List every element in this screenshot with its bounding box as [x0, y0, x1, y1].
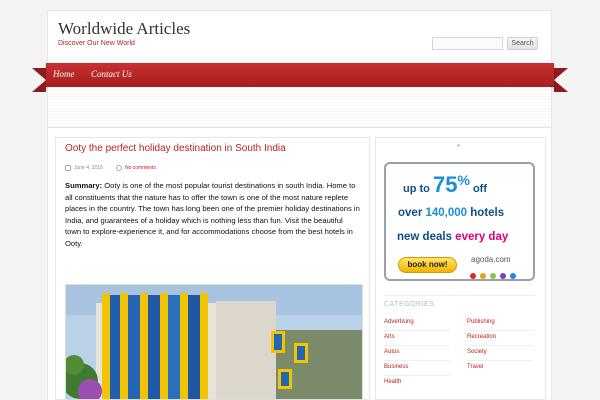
- ad-deals-line: new deals every day: [397, 231, 508, 243]
- category-link-recreation[interactable]: Recreation: [467, 334, 496, 340]
- category-link-society[interactable]: Society: [467, 349, 487, 355]
- search-input[interactable]: [432, 37, 503, 50]
- ribbon-tail-right: [554, 68, 568, 92]
- category-divider: [467, 345, 533, 346]
- ad-hotels-line: over 140,000 hotels: [398, 207, 504, 219]
- ribbon-tail-left: [32, 68, 46, 92]
- category-link-health[interactable]: Health: [384, 379, 401, 385]
- post-title[interactable]: Ooty the perfect holiday destination in …: [65, 143, 286, 154]
- ad-new-deals: new deals: [397, 231, 452, 243]
- site-title[interactable]: Worldwide Articles: [58, 19, 190, 39]
- ad-hotels: hotels: [470, 207, 505, 219]
- category-link-arts[interactable]: Arts: [384, 334, 395, 340]
- post-comments-link[interactable]: No comments: [125, 165, 156, 171]
- post-summary: Summary: Ooty is one of the most popular…: [65, 180, 360, 249]
- categories-heading: CATEGORIES: [384, 301, 435, 308]
- ad-off: off: [472, 183, 487, 195]
- categories-divider: [384, 295, 535, 296]
- ad-dot-5: [510, 273, 516, 279]
- hotel-photo-illustration: [66, 285, 362, 399]
- nav-item-contact-us[interactable]: Contact Us: [91, 69, 132, 79]
- ad-indicator-dot: [457, 144, 460, 147]
- ad-brand-dots: [470, 266, 522, 279]
- summary-label: Summary:: [65, 181, 103, 190]
- nav-item-home[interactable]: Home: [53, 69, 75, 79]
- ad-upto: up to: [403, 183, 430, 195]
- comment-icon: [116, 165, 122, 171]
- ad-dot-2: [480, 273, 486, 279]
- decorative-band: [48, 87, 551, 127]
- category-link-autos[interactable]: Autos: [384, 349, 399, 355]
- category-divider: [384, 360, 450, 361]
- ad-brand: agoda.com: [471, 255, 511, 264]
- ad-dot-4: [500, 273, 506, 279]
- category-divider: [384, 345, 450, 346]
- divider: [48, 127, 551, 128]
- search-button[interactable]: Search: [507, 37, 538, 50]
- ad-every-day: every day: [455, 231, 509, 243]
- category-link-publishing[interactable]: Publishing: [467, 319, 495, 325]
- category-divider: [467, 330, 533, 331]
- category-link-advertising[interactable]: Advertising: [384, 319, 414, 325]
- post-date: June 4, 2015: [74, 165, 103, 171]
- ad-percent: 75: [432, 172, 458, 197]
- category-link-travel[interactable]: Travel: [467, 364, 483, 370]
- category-divider: [384, 375, 450, 376]
- ad-dot-3: [490, 273, 496, 279]
- site-tagline: Discover Our New World: [58, 40, 135, 47]
- category-divider: [467, 360, 533, 361]
- ad-percent-sign: %: [457, 172, 470, 188]
- category-divider: [384, 330, 450, 331]
- ad-over: over: [398, 207, 423, 219]
- ad-dot-1: [470, 273, 476, 279]
- summary-text: Ooty is one of the most popular tourist …: [65, 181, 360, 248]
- book-now-button[interactable]: book now!: [398, 257, 457, 273]
- ad-hotels-count: 140,000: [425, 207, 468, 219]
- post-image[interactable]: [65, 284, 363, 400]
- ad-headline: up to 75% off: [403, 172, 487, 198]
- category-link-business[interactable]: Business: [384, 364, 408, 370]
- calendar-icon: [65, 165, 71, 171]
